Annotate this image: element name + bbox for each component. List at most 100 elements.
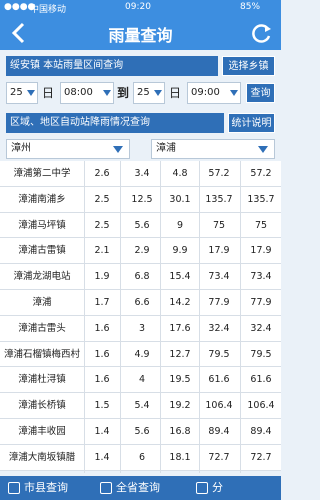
chevron-down-icon: [103, 90, 111, 96]
rainfall-value-cell: 12.5: [131, 193, 153, 205]
rainfall-value-cell: 32.4: [250, 322, 272, 334]
rainfall-value-cell: 106.4: [247, 400, 275, 412]
region-selector-row: 漳州 漳浦: [6, 139, 275, 159]
statistics-info-button[interactable]: 统计说明: [228, 113, 275, 133]
column-divider: [84, 161, 85, 473]
end-day-label: 日: [169, 86, 182, 100]
rainfall-value-cell: 1.6: [94, 322, 110, 334]
rainfall-value-cell: 5.6: [134, 425, 150, 437]
chevron-down-icon: [154, 90, 162, 96]
region-query-bar: 区域、地区自动站降雨情况查询 统计说明: [6, 113, 275, 133]
rainfall-value-cell: 1.5: [94, 400, 110, 412]
rainfall-value-cell: 75: [212, 219, 226, 231]
chevron-down-icon: [230, 90, 238, 96]
table-row[interactable]: 漳浦长桥镇 1.5 5.4 19.2 106.4 106.4: [0, 393, 281, 419]
station-name-cell: 漳浦杜浔镇: [18, 374, 66, 386]
column-divider: [160, 161, 161, 473]
end-day-select[interactable]: 25: [133, 82, 165, 104]
table-row[interactable]: 漳浦南浦乡 2.5 12.5 30.1 135.7 135.7: [0, 187, 281, 213]
to-label: 到: [117, 86, 130, 100]
chevron-down-icon: [27, 90, 35, 96]
rainfall-value-cell: 19.5: [169, 374, 191, 386]
battery-level: 85%: [240, 2, 261, 12]
split-icon: [196, 482, 208, 494]
table-row[interactable]: 漳浦古雷头 1.6 3 17.6 32.4 32.4: [0, 316, 281, 342]
rainfall-value-cell: 15.4: [169, 271, 191, 283]
rainfall-value-cell: 1.4: [94, 425, 110, 437]
rainfall-value-cell: 12.7: [169, 348, 191, 360]
rainfall-value-cell: 19.2: [169, 400, 191, 412]
table-row[interactable]: 漳浦 1.7 6.6 14.2 77.9 77.9: [0, 290, 281, 316]
region-query-label: 区域、地区自动站降雨情况查询: [6, 113, 224, 133]
city-select[interactable]: 漳州: [6, 139, 130, 159]
table-row[interactable]: 漳浦大南坂镇腊 1.4 6 18.1 72.7 72.7: [0, 445, 281, 471]
rainfall-value-cell: 1.6: [94, 348, 110, 360]
table-row[interactable]: 漳浦石榴镇梅西村 1.6 4.9 12.7 79.5 79.5: [0, 342, 281, 368]
rainfall-value-cell: 79.5: [250, 348, 272, 360]
chevron-down-icon: [113, 146, 123, 153]
station-name-cell: 漳浦长桥镇: [18, 400, 66, 412]
rainfall-value-cell: 57.2: [250, 168, 272, 179]
rainfall-value-cell: 77.9: [250, 296, 272, 308]
start-day-select[interactable]: 25: [6, 82, 38, 104]
table-row[interactable]: 漳浦古雷镇 2.1 2.9 9.9 17.9 17.9: [0, 238, 281, 265]
refresh-icon[interactable]: [249, 21, 273, 45]
table-row[interactable]: 漳浦马坪镇 2.5 5.6 9 75 75: [0, 213, 281, 239]
column-divider: [120, 161, 121, 473]
rainfall-value-cell: 57.2: [208, 168, 230, 179]
table-row[interactable]: 漳浦第二中学 2.6 3.4 4.8 57.2 57.2: [0, 161, 281, 187]
rainfall-value-cell: 5.6: [134, 219, 150, 231]
rainfall-value-cell: 72.7: [250, 451, 272, 463]
rainfall-value-cell: 73.4: [250, 271, 272, 283]
rainfall-value-cell: 2.5: [94, 219, 110, 231]
rainfall-value-cell: 73.4: [208, 271, 230, 283]
rainfall-value-cell: 6: [138, 451, 146, 463]
station-name-cell: 漳浦古雷镇: [18, 245, 66, 257]
status-bar: ●●●● 中国移动 09:20 85%: [0, 0, 281, 16]
rainfall-value-cell: 72.7: [208, 451, 230, 463]
tab-province-query[interactable]: 全省查询: [100, 476, 160, 500]
rainfall-value-cell: 1.7: [94, 296, 110, 308]
query-button[interactable]: 查询: [246, 83, 275, 103]
rainfall-value-cell: 2.9: [134, 245, 150, 257]
tab-split[interactable]: 分: [196, 476, 223, 500]
column-divider: [240, 161, 241, 473]
station-name-cell: 漳浦古雷头: [18, 322, 66, 334]
station-name-cell: 漳浦: [32, 296, 52, 308]
station-name-cell: 漳浦大南坂镇腊: [8, 451, 76, 463]
rainfall-value-cell: 2.1: [94, 245, 110, 257]
table-row[interactable]: 漳浦龙湖电站 1.9 6.8 15.4 73.4 73.4: [0, 264, 281, 290]
rainfall-value-cell: 135.7: [205, 193, 233, 205]
rainfall-value-cell: 135.7: [247, 193, 275, 205]
rainfall-value-cell: 6.8: [134, 271, 150, 283]
rainfall-value-cell: 9.9: [172, 245, 188, 257]
bottom-tab-bar: 市县查询 全省查询 分: [0, 476, 281, 500]
county-select[interactable]: 漳浦: [151, 139, 275, 159]
start-time-select[interactable]: 08:00: [60, 82, 114, 104]
rainfall-value-cell: 2.5: [94, 193, 110, 205]
column-divider: [199, 161, 200, 473]
select-town-button[interactable]: 选择乡镇: [222, 56, 275, 76]
rainfall-value-cell: 1.6: [94, 374, 110, 386]
rainfall-value-cell: 3: [138, 322, 146, 334]
station-name-cell: 漳浦石榴镇梅西村: [3, 348, 80, 360]
station-query-bar: 绥安镇 本站雨量区间查询 选择乡镇: [6, 56, 275, 76]
rainfall-value-cell: 4.9: [134, 348, 150, 360]
rainfall-value-cell: 16.8: [169, 425, 191, 437]
station-name-cell: 漳浦丰收园: [18, 425, 66, 437]
end-time-select[interactable]: 09:00: [187, 82, 241, 104]
station-query-label: 绥安镇 本站雨量区间查询: [6, 56, 218, 76]
rainfall-value-cell: 77.9: [208, 296, 230, 308]
rainfall-value-cell: 1.4: [94, 451, 110, 463]
rainfall-value-cell: 6.6: [134, 296, 150, 308]
station-name-cell: 漳浦南浦乡: [18, 193, 66, 205]
rainfall-value-cell: 89.4: [208, 425, 230, 437]
table-row[interactable]: 漳浦丰收园 1.4 5.6 16.8 89.4 89.4: [0, 419, 281, 445]
table-row[interactable]: 漳浦杜浔镇 1.6 4 19.5 61.6 61.6: [0, 367, 281, 394]
rainfall-value-cell: 17.6: [169, 322, 191, 334]
rainfall-value-cell: 9: [176, 219, 184, 231]
rainfall-value-cell: 61.6: [208, 374, 230, 386]
rainfall-value-cell: 1.9: [94, 271, 110, 283]
rainfall-value-cell: 32.4: [208, 322, 230, 334]
tab-city-query[interactable]: 市县查询: [8, 476, 68, 500]
